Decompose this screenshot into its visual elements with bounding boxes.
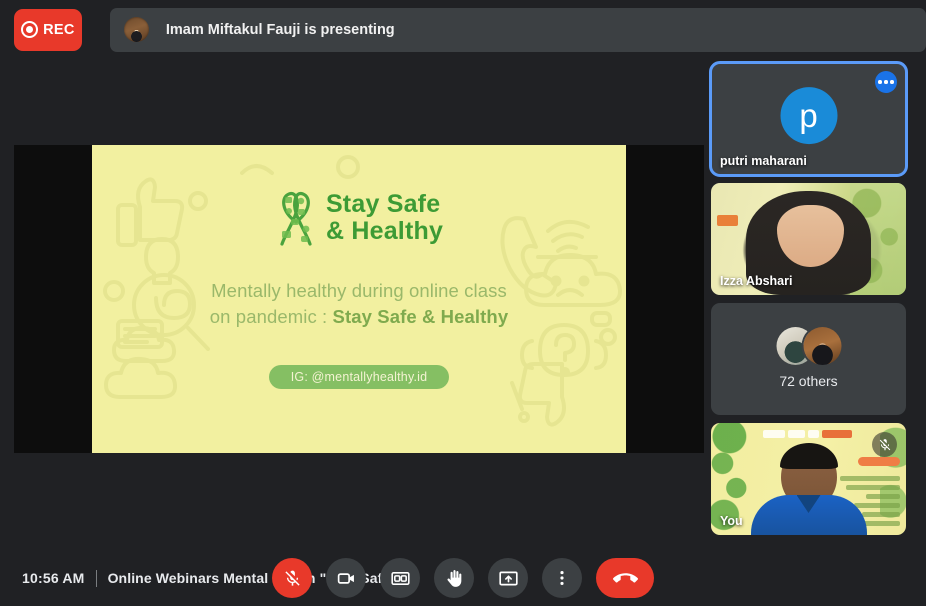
others-avatar-group (776, 327, 841, 365)
recording-label: REC (43, 21, 75, 38)
slide-subtitle-line1: Mentally healthy during online class (211, 280, 507, 301)
slide-subtitle: Mentally healthy during online class on … (210, 278, 508, 331)
more-vertical-icon (560, 571, 564, 585)
raise-hand-button[interactable] (434, 558, 474, 598)
slide-subtitle-line2: on pandemic : Stay Safe & Healthy (210, 304, 508, 330)
presenting-banner[interactable]: Imam Miftakul Fauji is presenting (109, 7, 926, 52)
slide-instagram-handle: IG: @mentallyhealthy.id (268, 364, 450, 389)
participant-name: putri maharani (720, 154, 807, 168)
meeting-time: 10:56 AM (22, 570, 85, 586)
participant-tile-others[interactable]: 72 others (711, 303, 906, 415)
slide-subtitle-line2-strong: Stay Safe & Healthy (332, 306, 509, 328)
presenter-avatar (123, 17, 149, 42)
more-options-button[interactable] (542, 558, 582, 598)
participant-tile-putri-maharani[interactable]: p putri maharani (709, 61, 908, 177)
participant-tile-izza-abshari[interactable]: Izza Abshari (711, 183, 906, 295)
slide-subtitle-line2-plain: on pandemic : (209, 306, 333, 328)
closed-caption-icon (390, 571, 410, 585)
slide-logo: Stay Safe & Healthy (275, 189, 443, 247)
present-screen-icon (498, 571, 518, 585)
mic-muted-icon (284, 570, 300, 586)
phone-hangup-icon (612, 572, 638, 582)
more-options-icon[interactable] (875, 71, 897, 93)
slide-logo-line1: Stay Safe (325, 190, 441, 218)
presentation-stage[interactable]: Stay Safe & Healthy Mentally healthy dur… (14, 145, 704, 453)
bottom-bar: 10:56 AM Online Webinars Mental Health "… (0, 550, 926, 606)
mic-toggle-button[interactable] (272, 558, 312, 598)
meeting-controls (272, 558, 654, 598)
shared-slide: Stay Safe & Healthy Mentally healthy dur… (92, 145, 626, 453)
recording-badge: REC (14, 8, 82, 51)
others-count-label: 72 others (779, 373, 838, 389)
hang-up-button[interactable] (596, 558, 654, 598)
participant-name: You (720, 514, 743, 528)
participant-name: Izza Abshari (720, 274, 793, 288)
video-camera-icon (337, 572, 354, 584)
record-circle-icon (21, 21, 39, 38)
participant-tile-you[interactable]: You (711, 423, 906, 535)
avatar (803, 327, 841, 365)
captions-button[interactable] (380, 558, 420, 598)
slide-logo-text: Stay Safe & Healthy (326, 191, 443, 245)
top-bar: REC Imam Miftakul Fauji is presenting (0, 0, 926, 59)
mic-muted-icon (872, 432, 897, 457)
presenting-label: Imam Miftakul Fauji is presenting (165, 21, 395, 38)
divider (95, 569, 97, 587)
green-ribbon-doodle-icon (280, 191, 312, 246)
present-screen-button[interactable] (488, 558, 528, 598)
raised-hand-icon (446, 569, 461, 587)
avatar: p (780, 87, 837, 145)
slide-logo-line2: & Healthy (325, 217, 444, 245)
camera-toggle-button[interactable] (326, 558, 366, 598)
participant-sidebar: p putri maharani Izza Abshari 72 others (709, 59, 916, 543)
